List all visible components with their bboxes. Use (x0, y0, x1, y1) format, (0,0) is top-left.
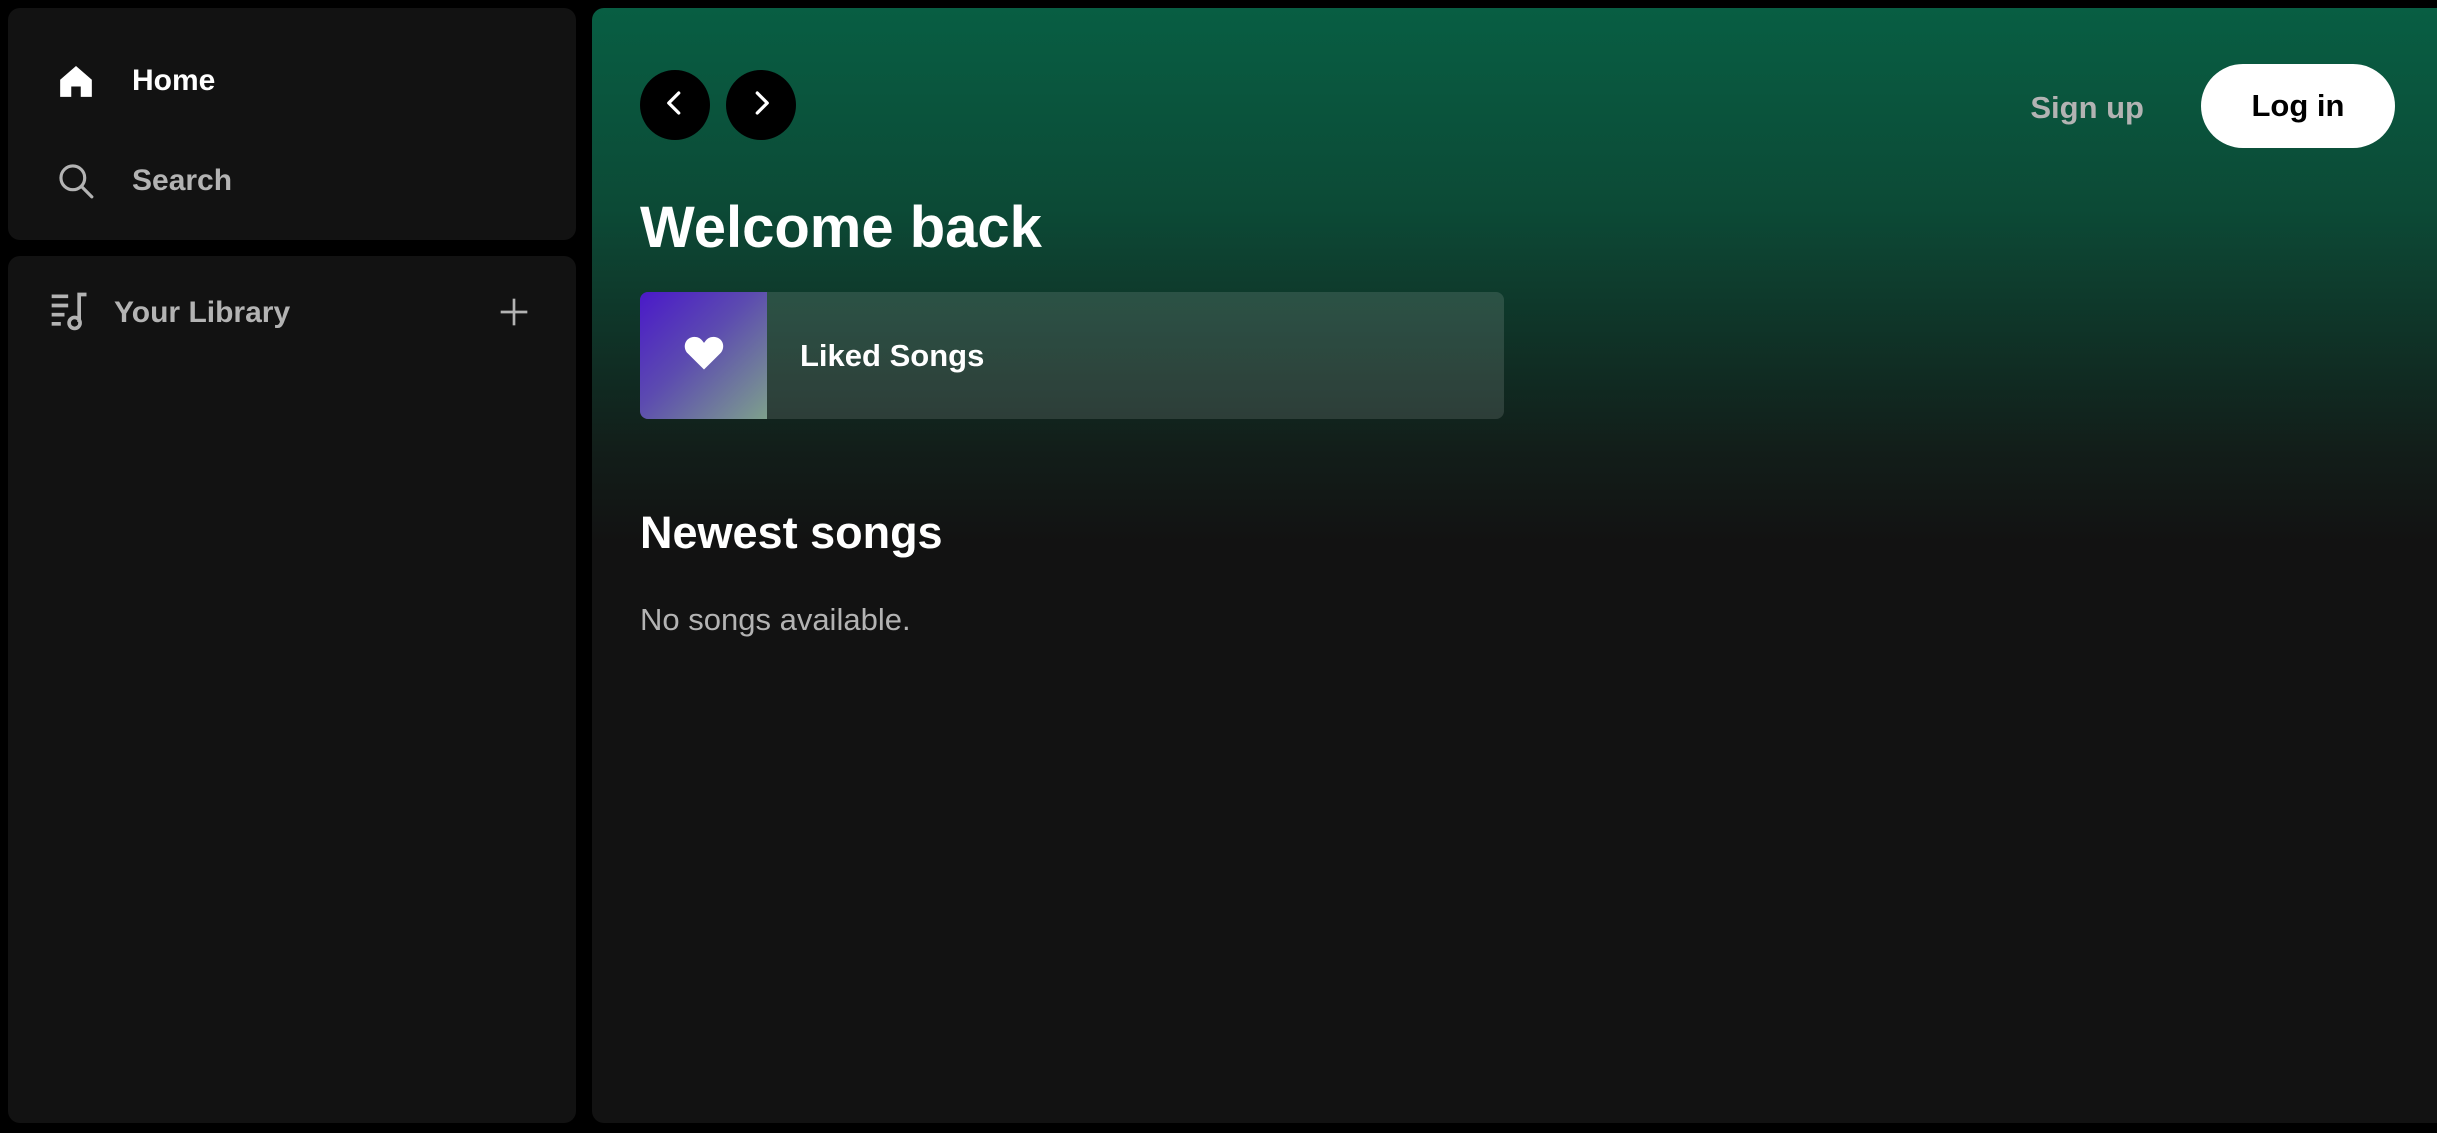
sidebar-nav: Home Search (8, 8, 576, 240)
search-icon (56, 161, 96, 201)
sidebar-item-label: Home (132, 64, 216, 97)
your-library-button[interactable]: Your Library (48, 288, 290, 338)
liked-songs-thumbnail (640, 292, 767, 419)
create-playlist-button[interactable] (492, 292, 536, 336)
library-icon (48, 289, 92, 338)
chevron-left-icon (660, 88, 690, 123)
liked-songs-card[interactable]: Liked Songs (640, 292, 1504, 419)
sidebar-item-home[interactable]: Home (56, 56, 215, 106)
library-panel: Your Library (8, 256, 576, 1123)
chevron-right-icon (746, 88, 776, 123)
back-button[interactable] (640, 70, 710, 140)
sidebar-item-search[interactable]: Search (56, 156, 232, 206)
forward-button[interactable] (726, 70, 796, 140)
liked-songs-label: Liked Songs (800, 337, 985, 373)
page-title: Welcome back (640, 195, 1042, 260)
heart-icon (682, 331, 726, 380)
plus-icon (498, 296, 530, 333)
library-label: Your Library (114, 296, 291, 329)
home-icon (56, 61, 96, 101)
empty-state-text: No songs available. (640, 602, 911, 637)
sidebar-item-label: Search (132, 164, 233, 197)
main-view: Sign up Log in Welcome back Liked Songs … (592, 8, 2437, 1123)
login-button[interactable]: Log in (2201, 64, 2395, 148)
signup-button[interactable]: Sign up (2030, 90, 2144, 126)
section-title-newest-songs: Newest songs (640, 507, 943, 558)
